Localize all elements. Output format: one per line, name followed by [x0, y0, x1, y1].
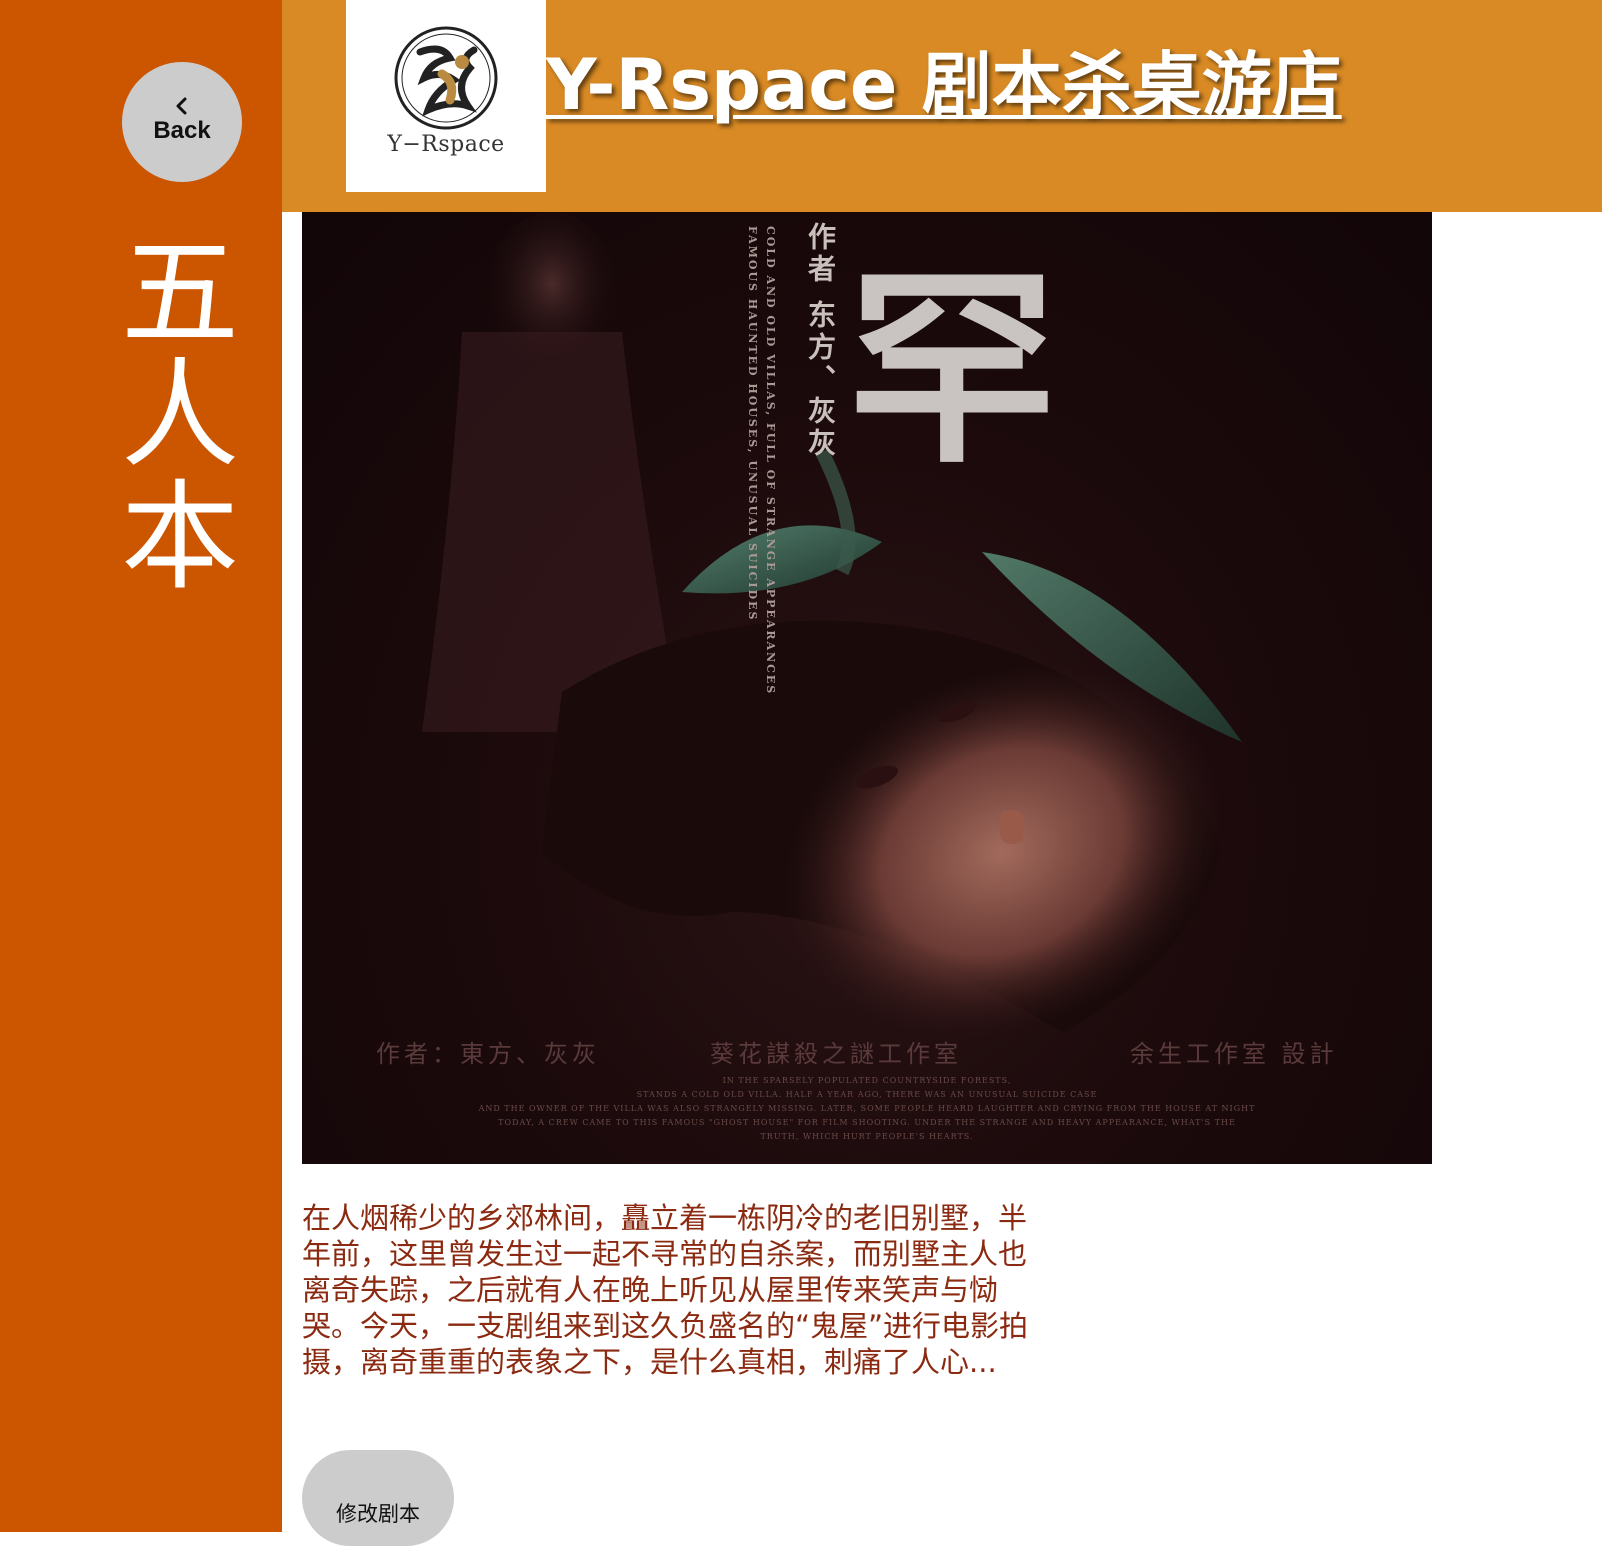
header: Y−Rspace Y-Rspace 剧本杀桌游店 — [282, 0, 1602, 212]
poster-blurb: IN THE SPARSELY POPULATED COUNTRYSIDE FO… — [422, 1074, 1312, 1144]
logo[interactable]: Y−Rspace — [346, 0, 546, 192]
poster-credit-studio: 葵花謀殺之謎工作室 — [710, 1040, 962, 1068]
category-title: 五人本 — [120, 224, 239, 606]
poster-blurb-line: TODAY, A CREW CAME TO THIS FAMOUS "GHOST… — [498, 1118, 1236, 1127]
poster-artwork: 罕 — [422, 212, 1242, 1042]
poster-vertical-en-2: FAMOUS HAUNTED HOUSES, UNUSUAL SUICIDES — [746, 226, 759, 622]
chevron-left-icon — [176, 97, 187, 115]
script-description: 在人烟稀少的乡郊林间，矗立着一栋阴冷的老旧别墅，半年前，这里曾发生过一起不寻常的… — [302, 1201, 1029, 1379]
poster-title-glyph: 罕 — [847, 245, 1057, 492]
poster-vertical-author: 作者 东方、灰灰 — [804, 222, 837, 460]
back-label: Back — [153, 117, 211, 144]
poster-credit-author: 作者：東方、灰灰 — [376, 1040, 600, 1068]
poster-vertical-en-1: COLD AND OLD VILLAS, FULL OF STRANGE APP… — [764, 226, 777, 696]
poster-blurb-line: TRUTH, WHICH HURT PEOPLE'S HEARTS. — [760, 1132, 974, 1141]
back-button[interactable]: Back — [122, 62, 242, 182]
poster-blurb-line: STANDS A COLD OLD VILLA. HALF A YEAR AGO… — [636, 1090, 1098, 1099]
poster-blurb-line: IN THE SPARSELY POPULATED COUNTRYSIDE FO… — [722, 1076, 1012, 1085]
site-title[interactable]: Y-Rspace 剧本杀桌游店 — [546, 40, 1342, 130]
logo-emblem-icon — [394, 26, 498, 130]
sidebar: Back 五人本 — [0, 0, 282, 1532]
poster-credit-design: 余生工作室 設計 — [1130, 1040, 1338, 1068]
logo-text: Y−Rspace — [387, 132, 505, 157]
script-poster-image: 罕 作者 东方、灰灰 COLD AND OLD VILLAS, FULL OF … — [302, 212, 1432, 1164]
poster-blurb-line: AND THE OWNER OF THE VILLA WAS ALSO STRA… — [478, 1104, 1256, 1113]
